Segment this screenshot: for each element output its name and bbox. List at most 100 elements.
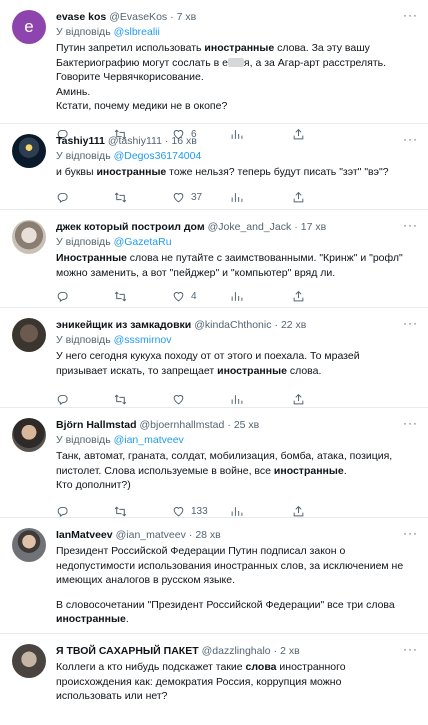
timestamp[interactable]: 28 хв <box>195 528 220 542</box>
reply-button[interactable] <box>56 191 114 204</box>
views-button[interactable] <box>230 393 288 406</box>
separator-dot: · <box>188 529 193 541</box>
reply-button[interactable] <box>56 393 114 406</box>
author-handle[interactable]: @Joke_and_Jack <box>208 220 292 234</box>
heart-icon <box>173 291 184 301</box>
reply-icon <box>57 394 68 405</box>
views-button[interactable] <box>230 290 288 303</box>
author-name[interactable]: Я ТВОЙ САХАРНЫЙ ПАКЕТ <box>56 644 199 658</box>
reply-prefix: У відповідь <box>56 434 111 446</box>
text-part: и буквы <box>56 166 97 178</box>
reply-button[interactable] <box>56 290 114 303</box>
views-icon <box>231 394 243 404</box>
avatar[interactable] <box>12 418 46 452</box>
author-name[interactable]: джек который построил дом <box>56 220 205 234</box>
author-name[interactable]: эникейщик из замкадовки <box>56 318 191 332</box>
like-button[interactable]: 4 <box>172 290 230 303</box>
more-options-icon[interactable]: ··· <box>403 527 418 539</box>
share-icon <box>293 191 304 203</box>
reply-icon <box>57 192 68 203</box>
retweet-icon <box>114 290 127 302</box>
reply-button[interactable] <box>56 505 114 518</box>
share-button[interactable] <box>292 191 305 204</box>
share-button[interactable] <box>292 393 305 406</box>
author-handle[interactable]: @kindaChthonic <box>194 318 271 332</box>
views-button[interactable] <box>230 191 288 204</box>
redacted-block <box>227 58 244 68</box>
like-count: 37 <box>191 192 203 203</box>
like-button[interactable]: 37 <box>172 191 230 204</box>
views-button[interactable] <box>230 505 288 518</box>
reply-context: У відповідь @GazetaRu <box>56 235 410 249</box>
author-handle[interactable]: @tashiy111 <box>108 134 162 148</box>
retweet-button[interactable] <box>114 393 172 406</box>
share-icon <box>293 505 304 517</box>
timestamp[interactable]: 7 хв <box>177 10 197 24</box>
text-part: Путин запретил использовать <box>56 42 205 54</box>
separator-dot: · <box>227 419 231 431</box>
avatar[interactable] <box>12 644 46 678</box>
tweet-text: Танк, автомат, граната, солдат, мобилиза… <box>56 449 410 493</box>
share-button[interactable] <box>292 505 305 518</box>
share-icon <box>293 393 304 404</box>
tweet[interactable]: джек который построил дом @Joke_and_Jack… <box>0 210 428 308</box>
timestamp[interactable]: 22 хв <box>281 318 306 332</box>
reply-to-link[interactable]: @GazetaRu <box>114 236 172 248</box>
author-handle[interactable]: @bjoernhallmstad <box>140 418 225 432</box>
retweet-button[interactable] <box>114 505 172 518</box>
text-line: Кстати, почему медики не в окопе? <box>56 100 228 112</box>
more-options-icon[interactable]: ··· <box>403 219 418 231</box>
reply-to-link[interactable]: @ian_matveev <box>114 434 184 446</box>
views-icon <box>231 291 243 301</box>
text-part: слова. <box>286 364 322 377</box>
more-options-icon[interactable]: ··· <box>403 417 418 429</box>
more-options-icon[interactable]: ··· <box>403 643 418 655</box>
author-name[interactable]: Björn Hallmstad <box>56 418 137 432</box>
tweet[interactable]: Björn Hallmstad @bjoernhallmstad · 25 хв… <box>0 408 428 518</box>
timestamp[interactable]: 16 хв <box>171 134 196 148</box>
author-handle[interactable]: @dazzlinghalo <box>202 644 271 658</box>
avatar[interactable] <box>12 220 46 254</box>
author-name[interactable]: Tashiy111 <box>56 134 105 148</box>
avatar[interactable]: e <box>12 10 46 44</box>
text-part: тоже нельзя? теперь будут писать "зэт" "… <box>166 166 389 178</box>
like-button[interactable]: 133 <box>172 505 230 518</box>
timestamp[interactable]: 25 хв <box>234 418 259 432</box>
timestamp[interactable]: 2 хв <box>280 644 300 658</box>
tweet[interactable]: e evase kos @EvaseKos · 7 хв У відповідь… <box>0 0 428 140</box>
retweet-button[interactable] <box>114 191 172 204</box>
avatar[interactable] <box>12 318 46 352</box>
share-button[interactable] <box>292 290 305 303</box>
tweet[interactable]: эникейщик из замкадовки @kindaChthonic ·… <box>0 308 428 408</box>
author-handle[interactable]: @ian_matveev <box>116 528 186 542</box>
text-line: Аминь. <box>56 85 91 98</box>
retweet-icon <box>114 192 127 203</box>
avatar[interactable] <box>12 528 46 562</box>
tweet[interactable]: Tashiy111 @tashiy111 · 16 хв У відповідь… <box>0 124 428 210</box>
reply-icon <box>57 291 68 302</box>
author-name[interactable]: evase kos <box>56 10 106 24</box>
tweet[interactable]: Я ТВОЙ САХАРНЫЙ ПАКЕТ @dazzlinghalo · 2 … <box>0 634 428 725</box>
heart-icon <box>173 507 184 517</box>
author-name[interactable]: IanMatveev <box>56 528 113 542</box>
reply-prefix: У відповідь <box>56 150 111 162</box>
reply-to-link[interactable]: @Degos36174004 <box>114 150 202 162</box>
separator-dot: · <box>164 135 169 147</box>
reply-to-link[interactable]: @slbrealii <box>114 26 160 38</box>
text-part: В словосочетании "Президент Российской Ф… <box>56 598 395 611</box>
more-options-icon[interactable]: ··· <box>403 9 418 21</box>
timestamp[interactable]: 17 хв <box>301 220 326 234</box>
author-handle[interactable]: @EvaseKos <box>109 10 167 24</box>
tweet[interactable]: IanMatveev @ian_matveev · 28 хв Президен… <box>0 518 428 634</box>
more-options-icon[interactable]: ··· <box>403 317 418 329</box>
reply-prefix: У відповідь <box>56 26 111 38</box>
reply-to-link[interactable]: @sssmirnov <box>114 334 172 346</box>
views-icon <box>231 193 243 202</box>
avatar[interactable] <box>12 134 46 168</box>
like-button[interactable] <box>172 393 230 406</box>
heart-icon <box>173 394 184 404</box>
retweet-button[interactable] <box>114 290 172 303</box>
text-bold: иностранные <box>204 42 275 54</box>
reply-context: У відповідь @slbrealii <box>56 25 410 39</box>
more-options-icon[interactable]: ··· <box>403 133 418 145</box>
